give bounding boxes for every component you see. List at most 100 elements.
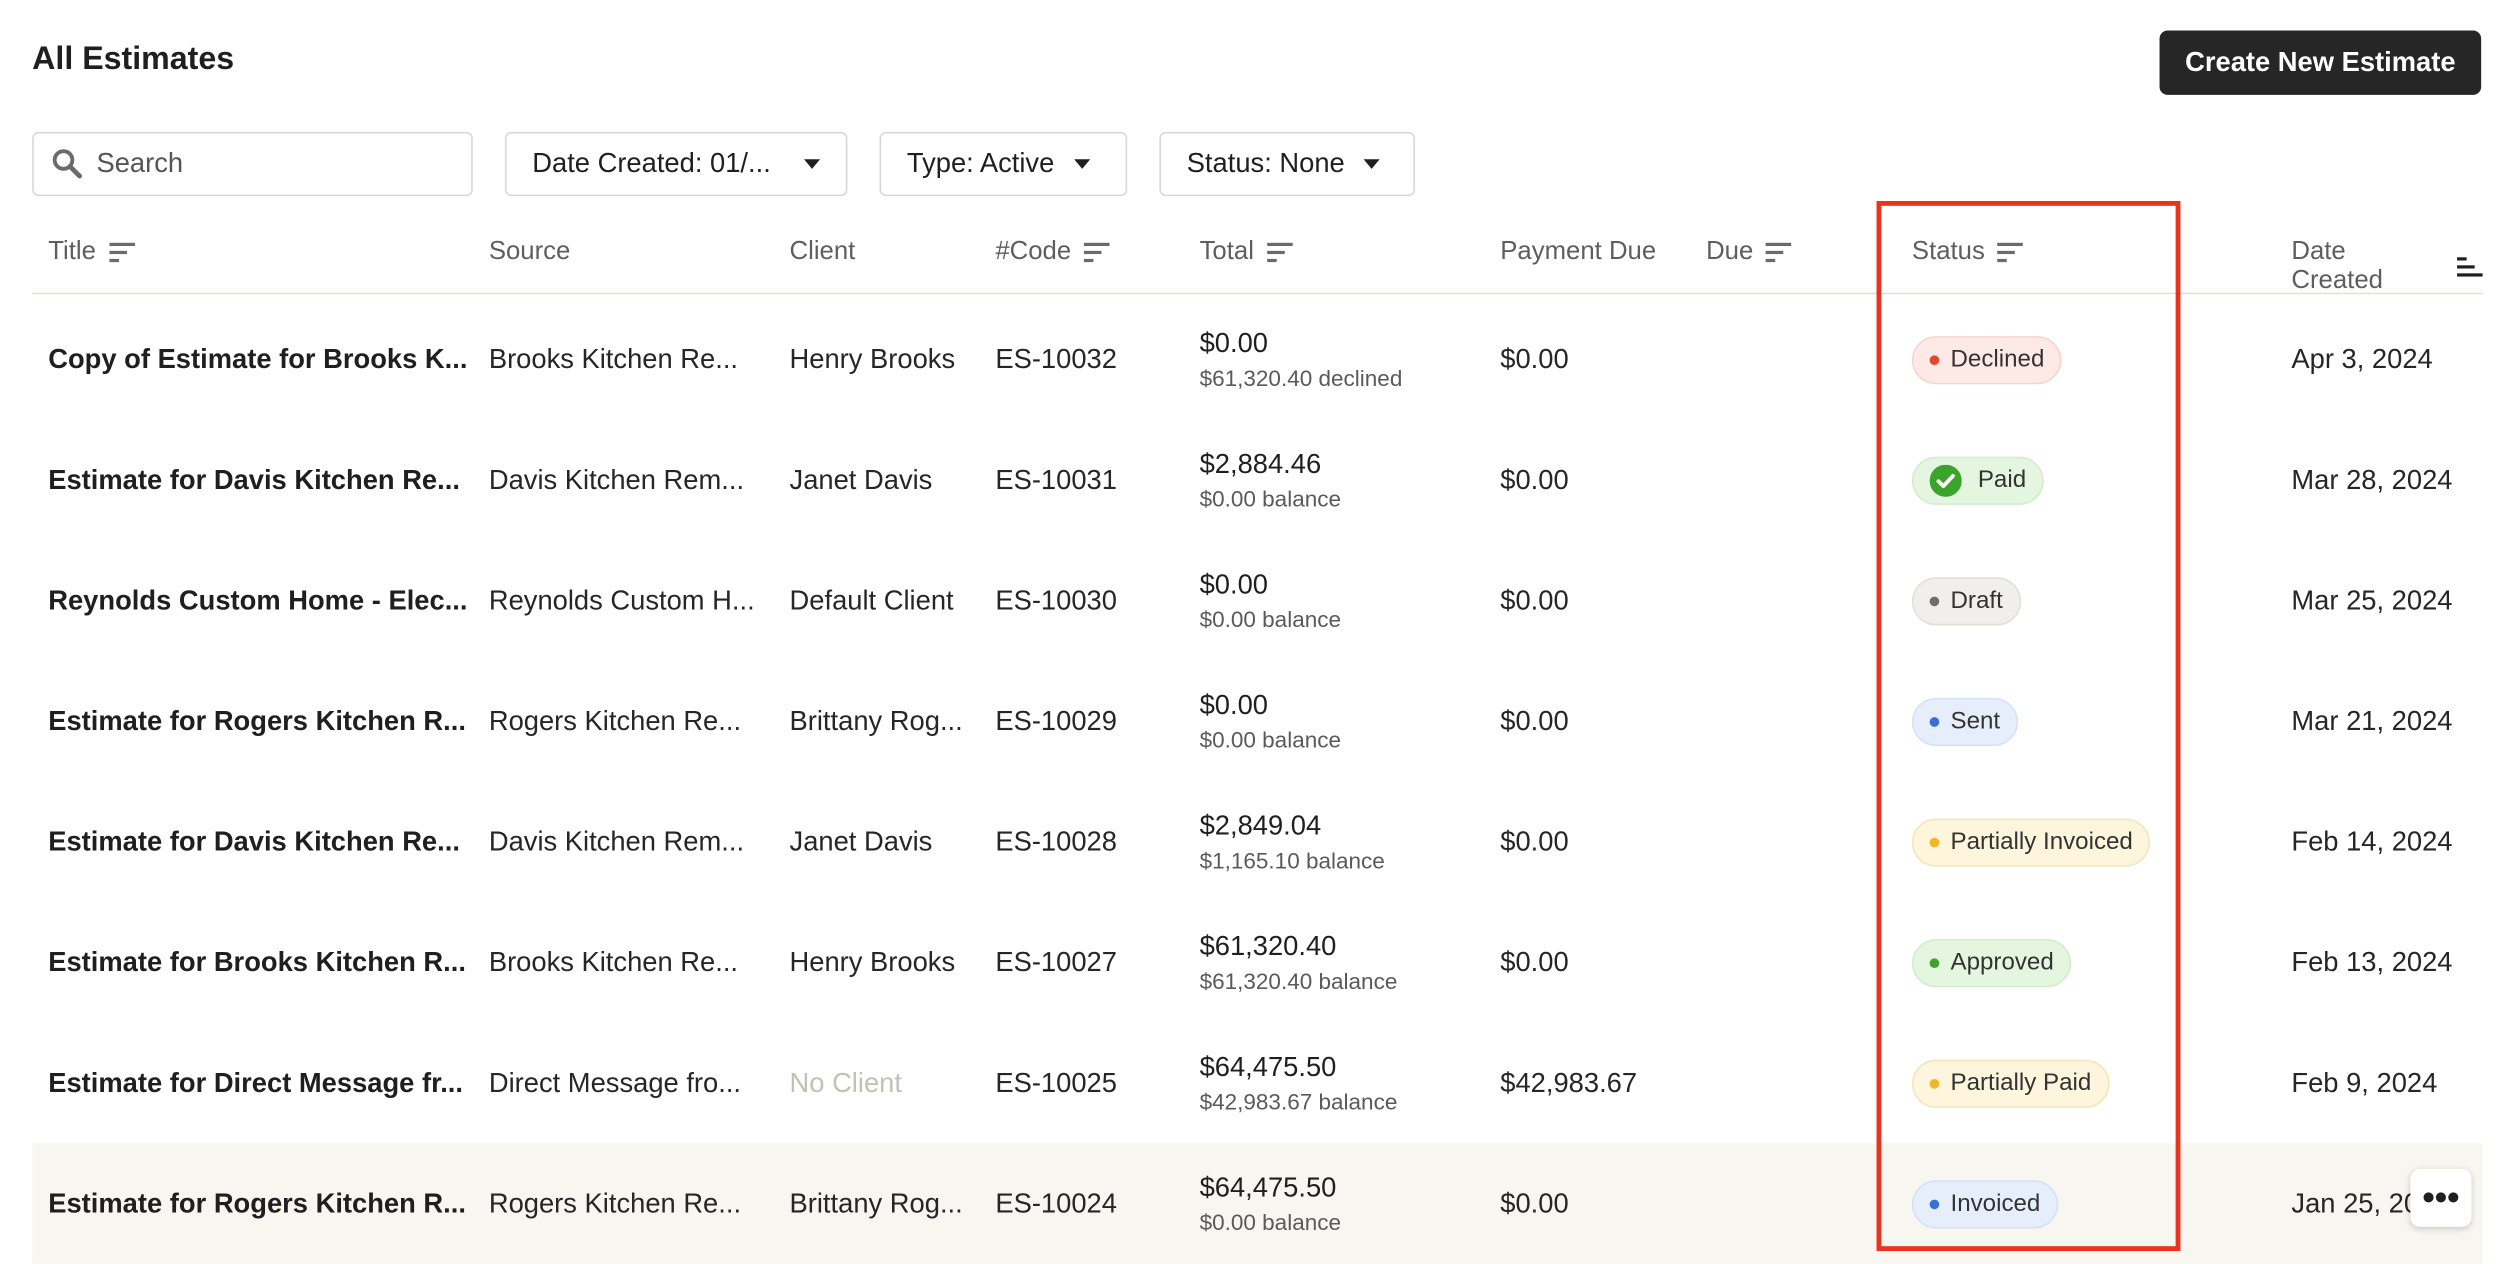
table-row[interactable]: Estimate for Rogers Kitchen R... Rogers K… [32,661,2483,782]
total-balance: $61,320.40 declined [1199,365,1403,391]
column-header-status-label: Status [1911,237,1985,266]
table-row[interactable]: Estimate for Davis Kitchen Re... Davis Ki… [32,781,2483,902]
cell-client: Henry Brooks [789,343,956,374]
total-stack: $64,475.50 $42,983.67 balance [1200,1052,1398,1115]
date-created-filter-label: Date Created: 01/... [532,147,771,179]
status-badge: Partially Paid [1911,1058,2109,1108]
cell-status: Invoiced [1911,1143,2059,1264]
cell-code: ES-10029 [995,705,1117,736]
total-stack: $2,884.46 $0.00 balance [1200,449,1341,512]
total-balance: $0.00 balance [1199,726,1342,753]
status-label: Sent [1950,707,2001,735]
status-dot-icon [1929,354,1940,365]
cell-status: Declined [1911,299,2063,420]
type-filter[interactable]: Type: Active [879,131,1128,197]
table-header: Title Source Client #Code Total Payment … [32,215,2483,296]
total-stack: $0.00 $61,320.40 declined [1200,328,1403,391]
total-amount: $0.00 [1199,328,1268,359]
column-header-status[interactable]: Status [1912,238,2024,267]
total-amount: $61,320.40 [1199,931,1337,962]
table-row[interactable]: Estimate for Davis Kitchen Re... Davis Ki… [32,420,2483,541]
cell-payment-due: $0.00 [1500,463,1569,495]
column-header-date-created[interactable]: Date Created [2291,238,2483,296]
column-header-total-label: Total [1199,237,1254,266]
table-row[interactable]: Estimate for Brooks Kitchen R... Brooks K… [32,902,2483,1023]
caret-down-icon [1073,159,1090,169]
search-box[interactable] [32,131,473,197]
cell-client: Henry Brooks [789,946,956,977]
column-header-payment-due: Payment Due [1500,237,1657,266]
search-icon [52,149,83,179]
status-label: Partially Invoiced [1950,828,2133,856]
cell-title[interactable]: Estimate for Rogers Kitchen R... [48,661,466,782]
search-input[interactable] [96,147,419,181]
date-created-filter[interactable]: Date Created: 01/... [504,131,848,197]
sort-icon[interactable] [1084,241,1110,264]
status-badge: Approved [1911,938,2072,987]
total-balance: $61,320.40 balance [1199,968,1398,994]
sort-icon[interactable] [1997,241,2024,264]
status-filter[interactable]: Status: None [1159,131,1416,197]
caret-down-icon [1364,159,1381,169]
status-badge: Sent [1911,697,2018,746]
cell-title[interactable]: Estimate for Direct Message fr... [48,1023,463,1144]
total-amount: $0.00 [1199,569,1268,600]
cell-date-created: Feb 14, 2024 [2291,825,2453,857]
table-row[interactable]: Copy of Estimate for Brooks K... Brooks K… [32,299,2483,420]
cell-payment-due: $0.00 [1500,584,1569,616]
cell-title[interactable]: Estimate for Davis Kitchen Re... [48,781,460,902]
status-dot-icon [1929,595,1940,606]
cell-client: Brittany Rog... [789,705,963,736]
cell-status: Sent [1911,661,2018,782]
cell-client: Default Client [789,584,954,616]
column-header-source: Source [488,237,571,266]
cell-payment-due: $0.00 [1500,825,1569,857]
column-header-client: Client [789,237,856,266]
cell-date-created: Mar 25, 2024 [2291,584,2453,616]
cell-payment-due: $0.00 [1500,946,1569,977]
column-header-code[interactable]: #Code [995,238,1110,267]
cell-title[interactable]: Estimate for Rogers Kitchen R... [48,1143,466,1264]
total-balance: $42,983.67 balance [1199,1088,1398,1115]
cell-total: $0.00 $61,320.40 declined [1200,299,1403,420]
create-new-estimate-button[interactable]: Create New Estimate [2159,30,2482,95]
table-row[interactable]: Estimate for Rogers Kitchen R... Rogers K… [32,1143,2483,1264]
status-badge: Partially Invoiced [1911,817,2151,866]
cell-title[interactable]: Copy of Estimate for Brooks K... [48,299,467,420]
cell-title[interactable]: Reynolds Custom Home - Elec... [48,540,467,661]
total-stack: $0.00 $0.00 balance [1200,690,1341,753]
caret-down-icon [804,159,821,169]
status-label: Paid [1977,466,2027,494]
status-badge: Paid [1911,455,2044,505]
cell-source: Davis Kitchen Rem... [488,825,745,857]
status-filter-label: Status: None [1186,147,1345,179]
table-row[interactable]: Estimate for Direct Message fr... Direct … [32,1023,2483,1144]
sort-icon[interactable] [108,241,135,264]
cell-client: Janet Davis [789,463,933,495]
total-amount: $64,475.50 [1199,1051,1337,1083]
column-header-due[interactable]: Due [1706,238,1792,267]
cell-status: Partially Invoiced [1911,781,2151,902]
cell-source: Direct Message fro... [488,1066,742,1098]
sort-active-icon[interactable] [2457,256,2483,279]
cell-title[interactable]: Estimate for Davis Kitchen Re... [48,420,460,541]
total-stack: $2,849.04 $1,165.10 balance [1200,810,1385,873]
cell-title[interactable]: Estimate for Brooks Kitchen R... [48,902,466,1023]
column-header-total[interactable]: Total [1200,238,1293,267]
cell-status: Partially Paid [1911,1023,2109,1144]
more-actions-button[interactable]: ••• [2410,1169,2472,1227]
cell-client: Brittany Rog... [789,1187,963,1219]
column-header-title[interactable]: Title [48,238,135,267]
cell-source: Brooks Kitchen Re... [488,946,739,977]
cell-date-created: Apr 3, 2024 [2291,343,2433,374]
cell-payment-due: $0.00 [1500,343,1569,374]
cell-source: Rogers Kitchen Re... [488,1187,742,1219]
status-label: Approved [1950,948,2054,977]
sort-icon[interactable] [1266,241,1293,264]
cell-total: $0.00 $0.00 balance [1200,540,1341,661]
status-dot-icon [1929,957,1940,968]
table-row[interactable]: Reynolds Custom Home - Elec... Reynolds C… [32,540,2483,661]
status-label: Draft [1950,586,2003,615]
total-amount: $64,475.50 [1199,1172,1337,1203]
sort-icon[interactable] [1766,241,1792,264]
